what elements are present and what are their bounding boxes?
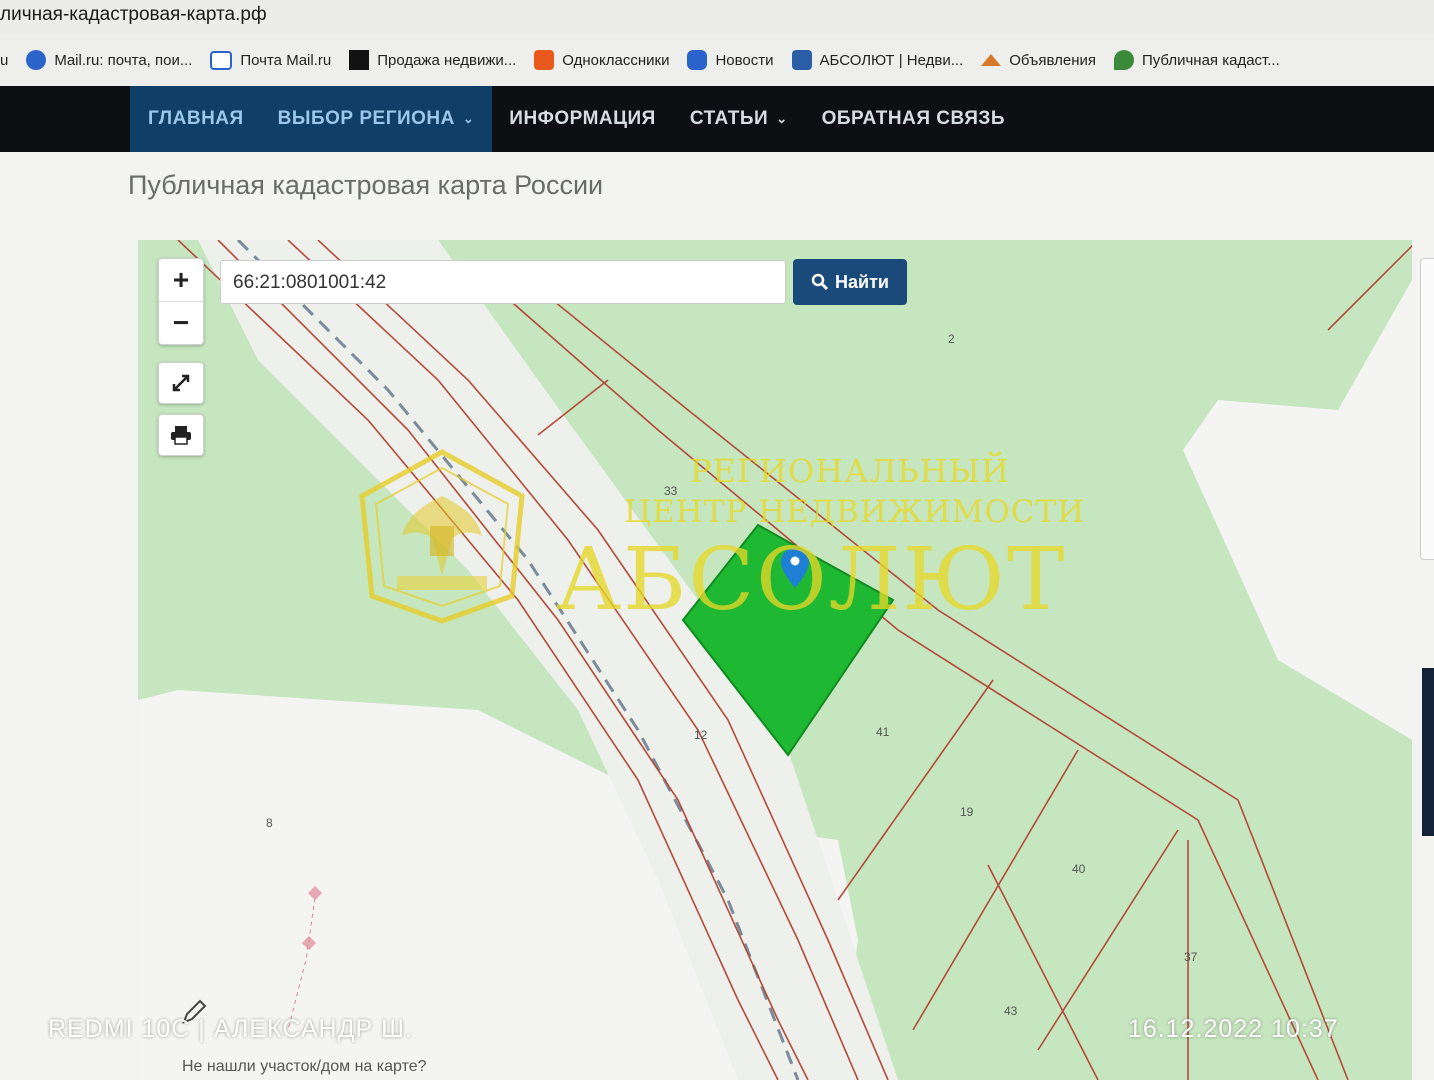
nav-feedback-label: ОБРАТНАЯ СВЯЗЬ — [821, 108, 1005, 129]
site-navbar: ГЛАВНАЯ ВЫБОР РЕГИОНА ⌄ ИНФОРМАЦИЯ СТАТЬ… — [0, 86, 1434, 152]
zoom-in-button[interactable]: + — [159, 259, 203, 302]
bookmark-label: Mail.ru: почта, пои... — [54, 51, 193, 69]
parcel-label: 12 — [694, 728, 708, 742]
navbar-spacer — [0, 86, 130, 152]
bookmark-item-8[interactable]: Публичная кадаст... — [1113, 50, 1280, 70]
nav-articles[interactable]: СТАТЬИ ⌄ — [673, 86, 805, 152]
bookmark-label: Почта Mail.ru — [240, 51, 332, 69]
nav-info[interactable]: ИНФОРМАЦИЯ — [492, 86, 673, 152]
chevron-down-icon: ⌄ — [462, 111, 475, 126]
nav-info-label: ИНФОРМАЦИЯ — [509, 108, 656, 129]
bookmark-label: Продажа недвижи... — [377, 51, 517, 69]
bookmark-item-3[interactable]: Продажа недвижи... — [349, 50, 516, 70]
bookmark-label: Новости — [715, 51, 774, 69]
mailru-icon — [26, 50, 47, 70]
parcel-label: 40 — [1072, 862, 1086, 876]
bookmark-item-1[interactable]: Mail.ru: почта, пои... — [26, 50, 192, 70]
parcel-label: 2 — [948, 332, 955, 346]
bookmarks-bar: u Mail.ru: почта, пои... Почта Mail.ru П… — [0, 34, 1434, 86]
bookmark-label: АБСОЛЮТ | Недви... — [819, 51, 964, 69]
survey-line — [287, 897, 316, 1031]
photo-stamp-model: REDMI 10C | АЛЕКСАНДР Ш. — [48, 1015, 413, 1043]
address-bar-url: личная-кадастровая-карта.рф — [0, 4, 267, 25]
survey-marker — [307, 885, 323, 901]
house-icon — [981, 54, 1002, 66]
bookmark-item-2[interactable]: Почта Mail.ru — [210, 50, 332, 70]
not-found-link[interactable]: Не нашли участок/дом на карте? — [182, 1058, 427, 1076]
envelope-icon — [210, 50, 233, 70]
map-pin-icon — [1113, 50, 1134, 70]
vk-icon — [791, 50, 812, 70]
parcel-label: 37 — [1184, 950, 1198, 964]
cadastral-search-input[interactable]: 66:21:0801001:42 — [220, 260, 786, 304]
printer-icon — [171, 426, 191, 445]
parcel-label: 43 — [1004, 1004, 1018, 1018]
bookmark-label: Объявления — [1009, 51, 1096, 69]
photo-stamp-datetime: 16.12.2022 10:37 — [1128, 1015, 1339, 1043]
ok-icon — [534, 50, 555, 70]
watermark-line-3: АБСОЛЮТ — [556, 530, 1067, 630]
bookmark-item-6[interactable]: АБСОЛЮТ | Недви... — [791, 50, 964, 70]
bookmark-item-4[interactable]: Одноклассники — [534, 50, 669, 70]
nav-feedback[interactable]: ОБРАТНАЯ СВЯЗЬ — [805, 86, 1022, 152]
layers-panel[interactable] — [1420, 258, 1434, 560]
bookmark-label: Одноклассники — [562, 51, 670, 69]
black-square-icon — [349, 50, 370, 70]
search-icon — [811, 273, 829, 291]
watermark-line-2: ЦЕНТР НЕДВИЖИМОСТИ — [624, 494, 1086, 530]
fullscreen-button[interactable] — [158, 362, 204, 404]
nav-region-select[interactable]: ВЫБОР РЕГИОНА ⌄ — [278, 108, 475, 130]
chevron-down-icon: ⌄ — [776, 111, 788, 126]
zoom-out-button[interactable]: − — [159, 302, 203, 344]
cadastral-map[interactable]: 2 33 12 41 19 40 37 43 8 — [138, 240, 1412, 1080]
page-title: Публичная кадастровая карта России — [128, 170, 604, 200]
search-button-label: Найти — [835, 271, 889, 292]
nav-region-label: ВЫБОР РЕГИОНА — [277, 108, 455, 129]
nav-articles-label: СТАТЬИ — [689, 108, 769, 129]
bookmark-label: u — [0, 51, 9, 69]
print-button[interactable] — [158, 414, 204, 456]
watermark-seal-logo — [359, 449, 525, 624]
bookmark-item-0[interactable]: u — [0, 52, 8, 69]
bookmark-item-5[interactable]: Новости — [687, 50, 774, 70]
address-bar[interactable]: личная-кадастровая-карта.рф — [0, 0, 1434, 34]
nav-home[interactable]: ГЛАВНАЯ — [148, 108, 244, 130]
parcel-label: 41 — [876, 725, 890, 739]
expand-icon — [172, 374, 190, 392]
parcel-label: 19 — [960, 805, 974, 819]
search-button[interactable]: Найти — [793, 259, 907, 305]
nav-home-label: ГЛАВНАЯ — [148, 108, 244, 129]
side-widget[interactable] — [1422, 668, 1434, 836]
chat-icon — [687, 50, 708, 70]
map-canvas — [138, 240, 1412, 1080]
watermark-line-1: РЕГИОНАЛЬНЫЙ — [690, 452, 1010, 490]
bookmark-label: Публичная кадаст... — [1141, 51, 1280, 69]
bookmark-item-7[interactable]: Объявления — [981, 52, 1096, 69]
navbar-active-group: ГЛАВНАЯ ВЫБОР РЕГИОНА ⌄ — [130, 86, 493, 152]
zoom-control: + − — [158, 258, 204, 345]
parcel-label: 8 — [266, 816, 273, 830]
